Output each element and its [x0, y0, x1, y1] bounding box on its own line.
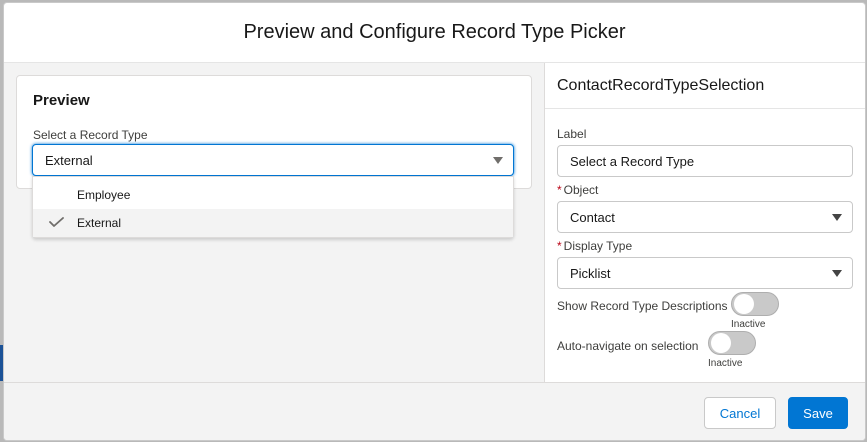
show-descriptions-label: Show Record Type Descriptions [557, 299, 728, 313]
cancel-button[interactable]: Cancel [704, 397, 776, 429]
caret-down-icon [493, 157, 503, 164]
display-type-select-value: Picklist [570, 265, 611, 281]
auto-navigate-toggle[interactable] [708, 331, 756, 355]
caret-down-icon [832, 270, 842, 277]
preview-title: Preview [33, 92, 90, 109]
toggle-knob [711, 333, 731, 353]
record-type-picker-modal: Preview and Configure Record Type Picker… [3, 2, 866, 441]
label-field-label: Label [557, 127, 587, 141]
show-descriptions-state: Inactive [731, 319, 766, 330]
label-input-value: Select a Record Type [570, 153, 695, 169]
option-label: External [77, 216, 122, 230]
toggle-knob [734, 294, 754, 314]
option-external[interactable]: External [33, 209, 513, 237]
display-type-field-label: * Display Type [557, 239, 632, 253]
record-type-dropdown: Employee External [32, 176, 514, 238]
display-type-label-text: Display Type [563, 239, 633, 253]
record-type-select-label: Select a Record Type [33, 128, 148, 142]
object-field-label: * Object [557, 183, 598, 197]
modal-header: Preview and Configure Record Type Picker [4, 3, 865, 63]
object-label-text: Object [563, 183, 599, 197]
show-descriptions-toggle[interactable] [731, 292, 779, 316]
save-button[interactable]: Save [788, 397, 848, 429]
required-marker: * [557, 239, 562, 253]
modal-title: Preview and Configure Record Type Picker [243, 21, 626, 43]
check-icon [49, 217, 64, 227]
auto-navigate-label: Auto-navigate on selection [557, 339, 699, 353]
object-select[interactable]: Contact [557, 201, 853, 233]
modal-footer: Cancel Save [4, 382, 865, 440]
display-type-select[interactable]: Picklist [557, 257, 853, 289]
component-name: ContactRecordTypeSelection [545, 63, 865, 109]
record-type-selected-value: External [45, 152, 93, 168]
option-label: Employee [77, 188, 131, 202]
configuration-panel: ContactRecordTypeSelection Label Select … [544, 63, 865, 382]
label-input[interactable]: Select a Record Type [557, 145, 853, 177]
auto-navigate-state: Inactive [708, 358, 743, 369]
object-select-value: Contact [570, 209, 615, 225]
record-type-combobox[interactable]: External [32, 144, 514, 176]
modal-body: Preview Select a Record Type External Em… [4, 63, 865, 382]
option-employee[interactable]: Employee [33, 181, 513, 209]
caret-down-icon [832, 214, 842, 221]
required-marker: * [557, 183, 562, 197]
